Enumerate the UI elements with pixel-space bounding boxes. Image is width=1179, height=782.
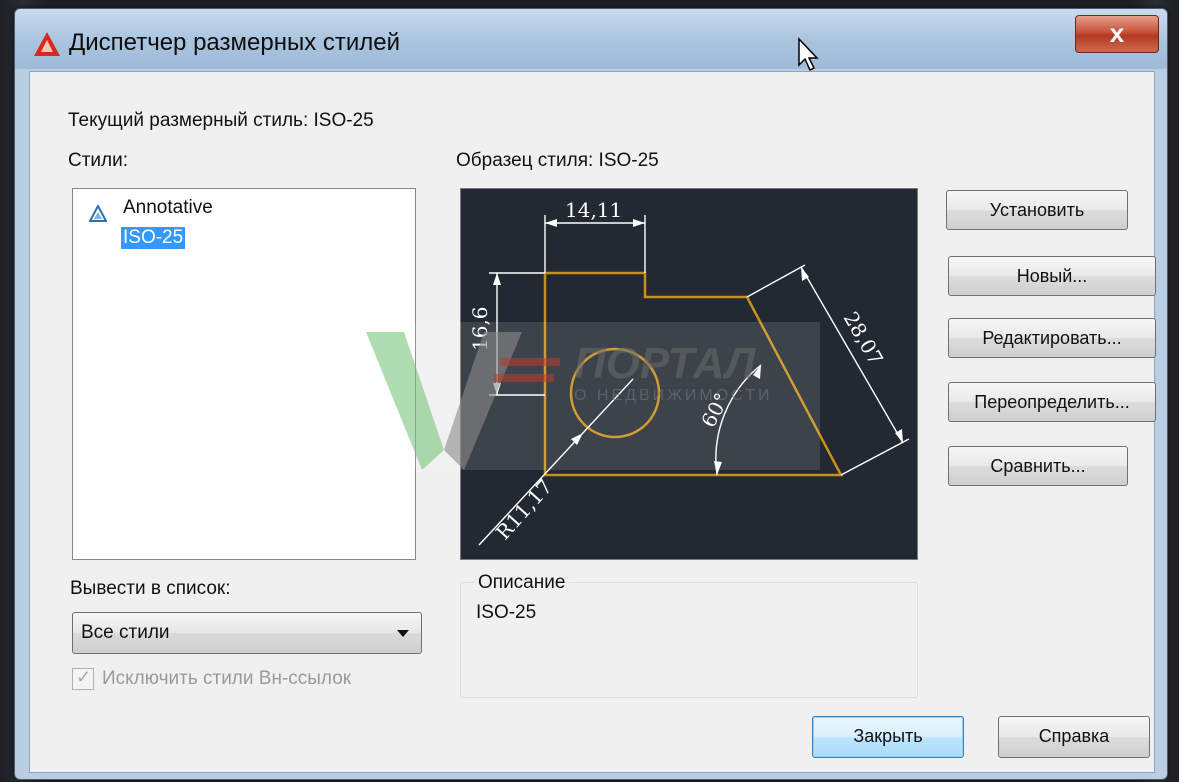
compare-styles-button[interactable]: Сравнить... bbox=[948, 446, 1128, 486]
styles-label: Стили: bbox=[68, 150, 129, 171]
autocad-app-icon bbox=[34, 32, 60, 56]
list-item-annotative[interactable]: Annotative bbox=[123, 197, 213, 219]
close-icon: x bbox=[1109, 18, 1125, 48]
description-title: Описание bbox=[474, 572, 570, 594]
annotative-icon bbox=[89, 205, 107, 222]
new-style-button[interactable]: Новый... bbox=[948, 256, 1156, 296]
title-bar[interactable]: Диспетчер размерных стилей x bbox=[15, 9, 1167, 69]
close-button[interactable]: Закрыть bbox=[812, 716, 964, 758]
watermark-text: ПОРТАЛ bbox=[574, 339, 756, 388]
checkmark-icon: ✓ bbox=[76, 667, 92, 687]
list-item-iso-25[interactable]: ISO-25 bbox=[121, 227, 186, 249]
dim-width-text: 14,11 bbox=[565, 198, 622, 222]
description-text: ISO-25 bbox=[476, 602, 537, 623]
list-filter-value: Все стили bbox=[81, 622, 170, 643]
help-button[interactable]: Справка bbox=[998, 716, 1150, 758]
dim-diagonal-text: 28,07 bbox=[839, 308, 888, 370]
list-filter-label: Вывести в список: bbox=[70, 578, 231, 599]
chevron-down-icon bbox=[397, 630, 409, 637]
close-window-button[interactable]: x bbox=[1075, 15, 1159, 53]
watermark-subtext: О НЕДВИЖИМОСТИ bbox=[574, 387, 772, 404]
exclude-xref-checkbox[interactable]: ✓ bbox=[72, 667, 94, 690]
modify-style-button[interactable]: Редактировать... bbox=[948, 318, 1156, 358]
override-style-button[interactable]: Переопределить... bbox=[948, 382, 1156, 422]
mouse-cursor-icon bbox=[798, 37, 819, 72]
set-current-button[interactable]: Установить bbox=[946, 190, 1128, 230]
watermark-logo: ПОРТАЛ О НЕДВИЖИМОСТИ bbox=[360, 322, 820, 470]
dim-radius-text: R11,17 bbox=[491, 475, 557, 545]
preview-label: Образец стиля: ISO-25 bbox=[456, 150, 659, 171]
exclude-xref-label: Исключить стили Вн-ссылок bbox=[102, 668, 352, 689]
description-group bbox=[460, 582, 918, 698]
list-filter-dropdown[interactable]: Все стили bbox=[72, 612, 422, 654]
current-style-label: Текущий размерный стиль: ISO-25 bbox=[68, 110, 374, 131]
window-title: Диспетчер размерных стилей bbox=[69, 29, 401, 56]
